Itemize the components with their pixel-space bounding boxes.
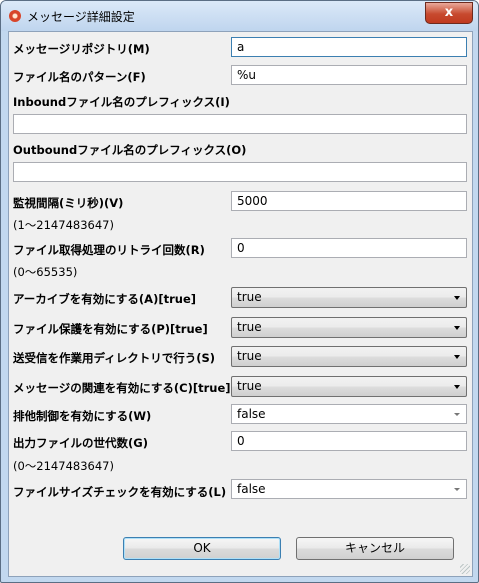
window-title: メッセージ詳細設定: [27, 10, 135, 24]
generations-label: 出力ファイルの世代数(G): [13, 436, 148, 450]
chevron-down-icon: [454, 413, 460, 416]
chevron-down-icon: [454, 296, 460, 300]
close-icon: x: [444, 5, 454, 20]
inbound-prefix-label: Inboundファイル名のプレフィックス(I): [13, 95, 230, 109]
archive-label: アーカイブを有効にする(A)[true]: [13, 292, 197, 306]
retry-count-input[interactable]: 0: [231, 238, 467, 258]
msg-relation-value: true: [237, 379, 262, 393]
dialog-body: メッセージリポジトリ(M) a ファイル名のパターン(F) %u Inbound…: [8, 31, 473, 577]
cancel-button[interactable]: キャンセル: [296, 537, 454, 560]
archive-select[interactable]: true: [231, 287, 467, 308]
chevron-down-icon: [454, 355, 460, 359]
close-button[interactable]: x: [425, 2, 473, 24]
chevron-down-icon: [454, 488, 460, 491]
exclusive-value: false: [237, 407, 266, 421]
dialog-window: メッセージ詳細設定 x メッセージリポジトリ(M) a ファイル名のパターン(F…: [0, 0, 479, 583]
outbound-prefix-label: Outboundファイル名のプレフィックス(O): [13, 143, 247, 157]
msg-relation-select[interactable]: true: [231, 376, 467, 397]
repository-input[interactable]: a: [231, 37, 467, 57]
title-bar[interactable]: メッセージ詳細設定 x: [1, 1, 478, 31]
poll-interval-range: (1～2147483647): [13, 218, 114, 232]
resize-grip[interactable]: [460, 564, 470, 574]
msg-relation-label: メッセージの関連を有効にする(C)[true]: [13, 381, 231, 395]
inbound-prefix-input[interactable]: [13, 114, 467, 134]
generations-range: (0～2147483647): [13, 459, 114, 473]
file-protect-value: true: [237, 320, 262, 334]
retry-count-range: (0～65535): [13, 265, 78, 279]
file-pattern-input[interactable]: %u: [231, 65, 467, 85]
exclusive-label: 排他制御を有効にする(W): [13, 409, 152, 423]
retry-count-label: ファイル取得処理のリトライ回数(R): [13, 243, 205, 257]
size-check-value: false: [237, 482, 266, 496]
poll-interval-input[interactable]: 5000: [231, 191, 467, 211]
work-dir-label: 送受信を作業用ディレクトリで行う(S): [13, 351, 215, 365]
exclusive-select[interactable]: false: [231, 404, 467, 424]
file-pattern-label: ファイル名のパターン(F): [13, 70, 146, 84]
generations-input[interactable]: 0: [231, 431, 467, 451]
repository-label: メッセージリポジトリ(M): [13, 42, 150, 56]
file-protect-select[interactable]: true: [231, 317, 467, 338]
file-protect-label: ファイル保護を有効にする(P)[true]: [13, 322, 208, 336]
poll-interval-label: 監視間隔(ミリ秒)(V): [13, 196, 124, 210]
work-dir-value: true: [237, 349, 262, 363]
chevron-down-icon: [454, 385, 460, 389]
size-check-select[interactable]: false: [231, 479, 467, 499]
outbound-prefix-input[interactable]: [13, 162, 467, 182]
ok-button[interactable]: OK: [123, 537, 281, 560]
app-icon: [9, 10, 21, 22]
chevron-down-icon: [454, 326, 460, 330]
archive-value: true: [237, 290, 262, 304]
work-dir-select[interactable]: true: [231, 346, 467, 367]
size-check-label: ファイルサイズチェックを有効にする(L): [13, 485, 227, 499]
